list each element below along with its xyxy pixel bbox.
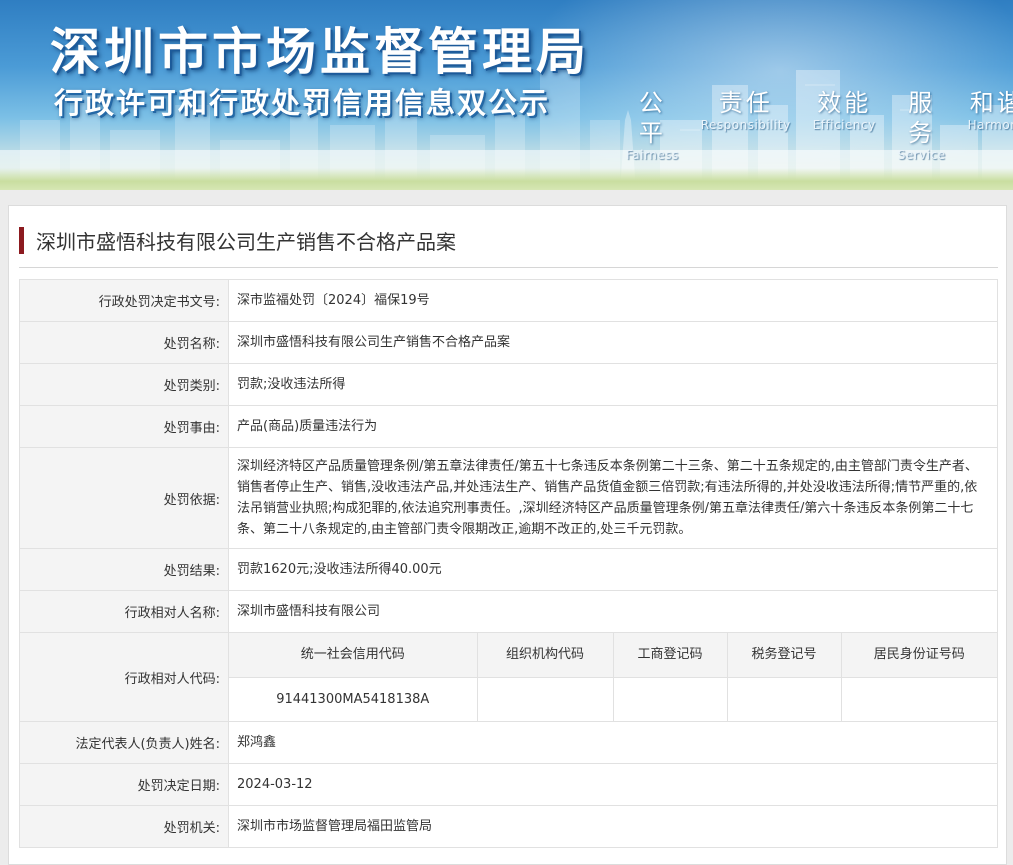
legal-rep-value: 郑鸿鑫 [228, 721, 998, 764]
penalty-info-table: 行政处罚决定书文号: 深市监福处罚〔2024〕福保19号 处罚名称: 深圳市盛悟… [19, 279, 998, 848]
case-title: 深圳市盛悟科技有限公司生产销售不合格产品案 [19, 226, 456, 254]
code-header: 工商登记码 [612, 633, 728, 678]
slogan-group: 公平 Fairness 责任 Responsibility 效能 Efficie… [626, 88, 1013, 162]
party-name-value: 深圳市盛悟科技有限公司 [228, 590, 998, 633]
code-header: 税务登记号 [726, 633, 842, 678]
table-row: 处罚决定日期: 2024-03-12 [19, 763, 998, 806]
legal-rep-label: 法定代表人(负责人)姓名: [19, 721, 229, 764]
slogan-en: Efficiency [812, 118, 876, 132]
table-row: 行政相对人代码: 统一社会信用代码 组织机构代码 工商登记码 税务登记号 居民身… [19, 632, 998, 722]
table-row: 处罚机关: 深圳市市场监督管理局福田监管局 [19, 805, 998, 848]
table-row: 处罚事由: 产品(商品)质量违法行为 [19, 405, 998, 448]
penalty-basis-value: 深圳经济特区产品质量管理条例/第五章法律责任/第五十七条违反本条例第二十三条、第… [228, 447, 998, 549]
table-row: 处罚名称: 深圳市盛悟科技有限公司生产销售不合格产品案 [19, 321, 998, 364]
title-divider [19, 267, 998, 268]
penalty-name-value: 深圳市盛悟科技有限公司生产销售不合格产品案 [228, 321, 998, 364]
authority-value: 深圳市市场监督管理局福田监管局 [228, 805, 998, 848]
penalty-reason-value: 产品(商品)质量违法行为 [228, 405, 998, 448]
party-code-label: 行政相对人代码: [19, 632, 229, 722]
decision-date-value: 2024-03-12 [228, 763, 998, 806]
penalty-result-value: 罚款1620元;没收违法所得40.00元 [228, 548, 998, 591]
content-panel: 深圳市盛悟科技有限公司生产销售不合格产品案 行政处罚决定书文号: 深市监福处罚〔… [8, 205, 1007, 865]
penalty-basis-label: 处罚依据: [19, 447, 229, 549]
table-row: 处罚依据: 深圳经济特区产品质量管理条例/第五章法律责任/第五十七条违反本条例第… [19, 447, 998, 549]
table-row: 处罚类别: 罚款;没收违法所得 [19, 363, 998, 406]
id-card-value [840, 676, 997, 721]
grass-strip [0, 168, 1013, 190]
banner-title: 深圳市市场监督管理局 [50, 23, 590, 81]
business-reg-value [612, 676, 728, 721]
banner-subtitle: 行政许可和行政处罚信用信息双公示 [54, 86, 551, 120]
slogan-en: Service [897, 148, 946, 162]
decision-date-label: 处罚决定日期: [19, 763, 229, 806]
slogan-en: Fairness [626, 148, 679, 162]
slogan-cn: 服务 [908, 89, 936, 147]
doc-no-value: 深市监福处罚〔2024〕福保19号 [228, 279, 998, 322]
slogan-responsibility: 责任 Responsibility [701, 88, 791, 162]
credit-code-value: 91441300MA5418138A [229, 676, 478, 721]
slogan-cn: 公平 [638, 89, 666, 147]
code-header: 组织机构代码 [476, 633, 614, 678]
code-header-row: 统一社会信用代码 组织机构代码 工商登记码 税务登记号 居民身份证号码 [229, 633, 997, 678]
slogan-en: Harmony [967, 118, 1013, 132]
slogan-cn: 效能 [817, 89, 872, 117]
header-banner: 深圳市市场监督管理局 行政许可和行政处罚信用信息双公示 公平 Fairness … [0, 0, 1013, 190]
penalty-result-label: 处罚结果: [19, 548, 229, 591]
penalty-type-label: 处罚类别: [19, 363, 229, 406]
slogan-cn: 责任 [718, 89, 773, 117]
title-accent-bar [19, 226, 24, 254]
slogan-harmony: 和谐 Harmony [968, 88, 1013, 162]
penalty-name-label: 处罚名称: [19, 321, 229, 364]
party-code-table: 统一社会信用代码 组织机构代码 工商登记码 税务登记号 居民身份证号码 9144… [229, 633, 997, 721]
party-name-label: 行政相对人名称: [19, 590, 229, 633]
org-code-value [476, 676, 614, 721]
table-row: 行政处罚决定书文号: 深市监福处罚〔2024〕福保19号 [19, 279, 998, 322]
table-row: 法定代表人(负责人)姓名: 郑鸿鑫 [19, 721, 998, 764]
slogan-cn: 和谐 [969, 89, 1013, 117]
table-row: 行政相对人名称: 深圳市盛悟科技有限公司 [19, 590, 998, 633]
case-title-text: 深圳市盛悟科技有限公司生产销售不合格产品案 [36, 229, 456, 254]
doc-no-label: 行政处罚决定书文号: [19, 279, 229, 322]
slogan-fairness: 公平 Fairness [626, 88, 679, 162]
code-header: 居民身份证号码 [840, 633, 997, 678]
code-header: 统一社会信用代码 [229, 633, 478, 678]
authority-label: 处罚机关: [19, 805, 229, 848]
code-value-row: 91441300MA5418138A [229, 676, 997, 721]
slogan-efficiency: 效能 Efficiency [813, 88, 876, 162]
slogan-en: Responsibility [700, 118, 791, 132]
tax-reg-value [726, 676, 842, 721]
penalty-reason-label: 处罚事由: [19, 405, 229, 448]
slogan-service: 服务 Service [898, 88, 946, 162]
penalty-type-value: 罚款;没收违法所得 [228, 363, 998, 406]
table-row: 处罚结果: 罚款1620元;没收违法所得40.00元 [19, 548, 998, 591]
party-code-cell: 统一社会信用代码 组织机构代码 工商登记码 税务登记号 居民身份证号码 9144… [228, 632, 998, 722]
